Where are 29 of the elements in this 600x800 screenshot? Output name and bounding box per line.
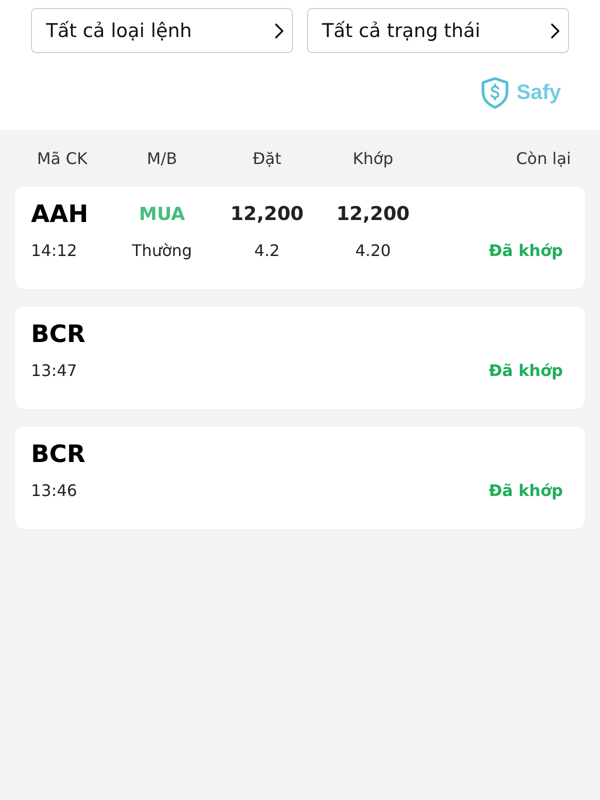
- order-time: 14:12: [31, 240, 78, 260]
- order-side: MUA: [139, 204, 185, 224]
- brand-name: Safy: [516, 81, 561, 105]
- column-header: Khớp: [352, 149, 394, 168]
- shield-dollar-icon: [480, 77, 509, 109]
- order-price: 12,200: [230, 203, 304, 225]
- column-header: M/B: [146, 149, 178, 168]
- order-status: Đã khớp: [488, 240, 563, 260]
- order-time: 13:46: [31, 480, 78, 500]
- stock-symbol: BCR: [31, 440, 86, 468]
- chevron-right-icon: [274, 22, 284, 38]
- matched-quantity: 4.20: [355, 240, 391, 260]
- order-quantity: 4.2: [254, 240, 280, 260]
- stock-symbol: BCR: [31, 320, 86, 348]
- order-status: Đã khớp: [488, 480, 563, 500]
- column-header: Mã CK: [37, 149, 88, 168]
- order-time: 13:47: [31, 360, 78, 380]
- stock-symbol: AAH: [31, 200, 88, 228]
- order-card[interactable]: BCR 13:47 Đã khớp: [15, 307, 585, 409]
- filter-button[interactable]: Tất cả trạng thái: [307, 8, 569, 53]
- order-card[interactable]: BCR 13:46 Đã khớp: [15, 427, 585, 529]
- matched-price: 12,200: [336, 203, 410, 225]
- column-header: Còn lại: [516, 149, 571, 168]
- chevron-right-icon: [550, 22, 560, 38]
- column-header: Đặt: [252, 149, 282, 168]
- order-type: Thường: [132, 240, 192, 260]
- order-card[interactable]: AAH MUA 12,200 12,200 14:12 Thường 4.2 4.20 Đã khớp: [15, 187, 585, 289]
- order-status: Đã khớp: [488, 360, 563, 380]
- filter-button[interactable]: Tất cả loại lệnh: [31, 8, 293, 53]
